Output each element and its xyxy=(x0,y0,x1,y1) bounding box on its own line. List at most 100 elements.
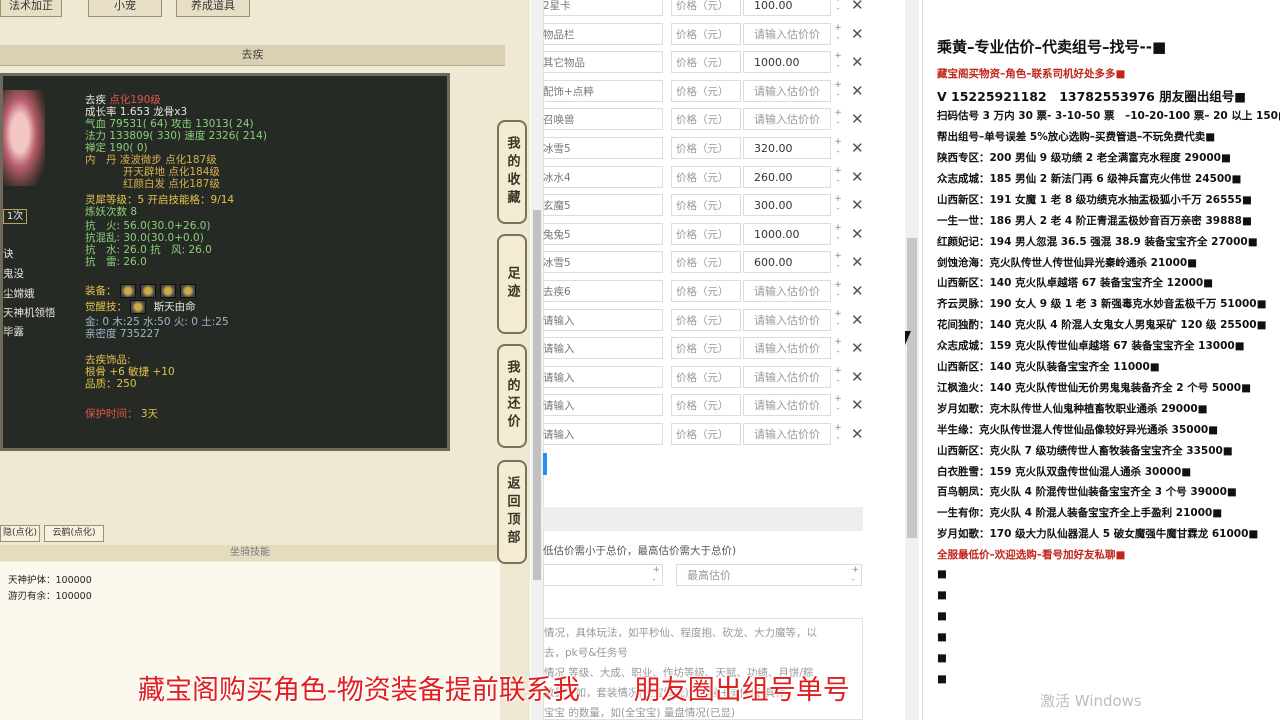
price-row: 配饰+点粹 价格（元） 请输入估价价 + - ✕ xyxy=(543,80,873,104)
equip-slot-4-icon[interactable] xyxy=(179,284,196,298)
pet-name-line: 去疾 点化190级 xyxy=(85,94,161,106)
price-input[interactable]: 请输入估价价 xyxy=(743,423,831,445)
item-name-input[interactable]: 请输入 xyxy=(543,394,663,416)
price-spinner-icon[interactable]: +- xyxy=(832,0,844,16)
min-estimate-input[interactable]: + - xyxy=(543,564,663,586)
delete-row-icon[interactable]: ✕ xyxy=(851,194,864,216)
top-button-1[interactable]: 法术加正 xyxy=(0,0,62,17)
delete-row-icon[interactable]: ✕ xyxy=(851,108,864,130)
price-input[interactable]: 请输入估价价 xyxy=(743,337,831,359)
item-name-input[interactable]: 兔兔5 xyxy=(543,223,663,245)
delete-row-icon[interactable]: ✕ xyxy=(851,423,864,445)
item-name-input[interactable]: 去疾6 xyxy=(543,280,663,302)
price-spinner-icon[interactable]: +- xyxy=(832,394,844,416)
delete-row-icon[interactable]: ✕ xyxy=(851,394,864,416)
footprints-button[interactable]: 足迹 xyxy=(497,234,527,334)
price-row: 玄魔5 价格（元） 300.00 + - ✕ xyxy=(543,194,873,218)
price-spinner-icon[interactable]: +- xyxy=(832,194,844,216)
pet-name: 去疾 xyxy=(85,94,106,106)
max-estimate-input[interactable]: 最高估价 + - xyxy=(676,564,862,586)
price-unit-label: 价格（元） xyxy=(671,280,741,302)
protect-label: 保护时间： xyxy=(85,408,138,420)
back-to-top-label: 返回顶部 xyxy=(504,476,520,548)
price-input[interactable]: 300.00 xyxy=(743,194,831,216)
price-input[interactable]: 请输入估价价 xyxy=(743,280,831,302)
delete-row-icon[interactable]: ✕ xyxy=(851,23,864,45)
price-input[interactable]: 260.00 xyxy=(743,166,831,188)
delete-row-icon[interactable]: ✕ xyxy=(851,223,864,245)
listing-line: ■ xyxy=(937,609,947,622)
item-name-input[interactable]: 物品栏 xyxy=(543,23,663,45)
form-scrollbar-thumb[interactable] xyxy=(533,210,541,580)
top-button-3[interactable]: 养成道具 xyxy=(176,0,250,17)
item-name-input[interactable]: 冰雪5 xyxy=(543,137,663,159)
item-name-input[interactable]: 召唤兽 xyxy=(543,108,663,130)
delete-row-icon[interactable]: ✕ xyxy=(851,337,864,359)
price-input[interactable]: 请输入估价价 xyxy=(743,23,831,45)
equip-slot-1-icon[interactable] xyxy=(119,284,136,298)
item-name-input[interactable]: 请输入 xyxy=(543,337,663,359)
price-spinner-icon[interactable]: +- xyxy=(832,137,844,159)
delete-row-icon[interactable]: ✕ xyxy=(851,51,864,73)
price-spinner-icon[interactable]: +- xyxy=(832,223,844,245)
item-name-input[interactable]: 请输入 xyxy=(543,366,663,388)
price-spinner-icon[interactable]: +- xyxy=(832,280,844,302)
delete-row-icon[interactable]: ✕ xyxy=(851,309,864,331)
price-input[interactable]: 1000.00 xyxy=(743,223,831,245)
item-name-input[interactable]: 冰水4 xyxy=(543,166,663,188)
price-spinner-icon[interactable]: +- xyxy=(832,423,844,445)
mount-skill-1: 天神护体：100000 xyxy=(8,575,92,586)
price-spinner-icon[interactable]: +- xyxy=(832,337,844,359)
delete-row-icon[interactable]: ✕ xyxy=(851,366,864,388)
item-name-input[interactable]: 玄魔5 xyxy=(543,194,663,216)
tab-mount-2[interactable]: 云鹤(点化) xyxy=(44,525,104,542)
awaken-skill-icon[interactable] xyxy=(130,300,147,314)
equip-slot-3-icon[interactable] xyxy=(159,284,176,298)
top-button-2[interactable]: 小宠 xyxy=(88,0,162,17)
price-spinner-icon[interactable]: +- xyxy=(832,23,844,45)
price-spinner-icon[interactable]: +- xyxy=(832,51,844,73)
delete-row-icon[interactable]: ✕ xyxy=(851,166,864,188)
price-input[interactable]: 请输入估价价 xyxy=(743,394,831,416)
price-input[interactable]: 100.00 xyxy=(743,0,831,16)
price-unit-label: 价格（元） xyxy=(671,80,741,102)
price-spinner-icon[interactable]: +- xyxy=(832,309,844,331)
price-input[interactable]: 1000.00 xyxy=(743,51,831,73)
delete-row-icon[interactable]: ✕ xyxy=(851,0,864,16)
price-input[interactable]: 请输入估价价 xyxy=(743,80,831,102)
pet-inner-3: 红颜白发 点化187级 xyxy=(123,178,220,190)
item-name-input[interactable]: 配饰+点粹 xyxy=(543,80,663,102)
my-counter-offer-button[interactable]: 我的还价 xyxy=(497,344,527,448)
item-name-input[interactable]: 其它物品 xyxy=(543,51,663,73)
item-name-input[interactable]: 请输入 xyxy=(543,423,663,445)
price-input[interactable]: 600.00 xyxy=(743,251,831,273)
back-to-top-button[interactable]: 返回顶部 xyxy=(497,460,527,564)
min-spinner-icon[interactable]: + - xyxy=(652,565,660,585)
times-badge: 1次 xyxy=(3,209,27,224)
tab-mount-1[interactable]: 隐(点化) xyxy=(0,525,40,542)
delete-row-icon[interactable]: ✕ xyxy=(851,251,864,273)
price-spinner-icon[interactable]: +- xyxy=(832,80,844,102)
price-spinner-icon[interactable]: +- xyxy=(832,251,844,273)
delete-row-icon[interactable]: ✕ xyxy=(851,280,864,302)
price-spinner-icon[interactable]: +- xyxy=(832,366,844,388)
my-favorites-button[interactable]: 我的收藏 xyxy=(497,120,527,224)
equip-slot-2-icon[interactable] xyxy=(139,284,156,298)
max-spinner-icon[interactable]: + - xyxy=(851,565,859,585)
page-scrollbar-thumb[interactable] xyxy=(907,238,917,538)
price-input[interactable]: 320.00 xyxy=(743,137,831,159)
item-name-input[interactable]: 2星卡 xyxy=(543,0,663,16)
price-unit-label: 价格（元） xyxy=(671,366,741,388)
item-name-input[interactable]: 请输入 xyxy=(543,309,663,331)
price-unit-label: 价格（元） xyxy=(671,309,741,331)
price-spinner-icon[interactable]: +- xyxy=(832,166,844,188)
price-spinner-icon[interactable]: +- xyxy=(832,108,844,130)
price-input[interactable]: 请输入估价价 xyxy=(743,108,831,130)
price-input[interactable]: 请输入估价价 xyxy=(743,366,831,388)
add-row-marker[interactable] xyxy=(543,453,547,475)
delete-row-icon[interactable]: ✕ xyxy=(851,80,864,102)
listing-line: 剑蚀沧海：克火队传世人传世仙异光秦岭通杀 21000■ xyxy=(937,256,1198,269)
price-input[interactable]: 请输入估价价 xyxy=(743,309,831,331)
item-name-input[interactable]: 冰雪5 xyxy=(543,251,663,273)
delete-row-icon[interactable]: ✕ xyxy=(851,137,864,159)
